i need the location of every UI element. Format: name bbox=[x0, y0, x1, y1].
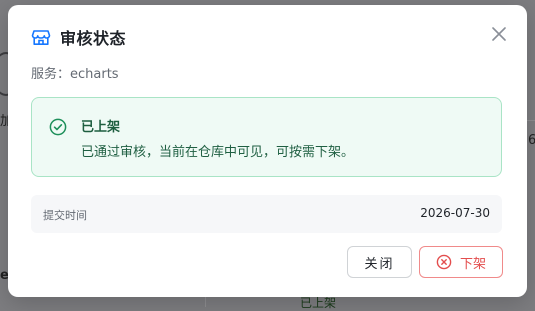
delist-button[interactable]: 下架 bbox=[419, 246, 503, 278]
status-card: 已上架 已通过审核，当前在仓库中可见，可按需下架。 bbox=[31, 97, 502, 177]
close-icon[interactable] bbox=[489, 24, 509, 44]
service-name: echarts bbox=[70, 67, 119, 82]
service-info: 服务：echarts bbox=[31, 63, 119, 82]
x-circle-icon bbox=[436, 254, 452, 270]
status-description: 已通过审核，当前在仓库中可见，可按需下架。 bbox=[81, 145, 355, 160]
background-divider bbox=[205, 297, 206, 307]
dialog-header: 审核状态 bbox=[30, 24, 126, 50]
status-title: 已上架 bbox=[81, 120, 121, 135]
close-button[interactable]: 关闭 bbox=[347, 246, 412, 278]
check-circle-icon bbox=[49, 118, 67, 136]
service-label: 服务： bbox=[31, 67, 71, 82]
background-text-fragment: 6 bbox=[528, 133, 535, 148]
background-divider bbox=[527, 120, 535, 121]
review-status-dialog: 审核状态 服务：echarts 已上架 已通过审核，当前在仓库中可见，可按需下架… bbox=[8, 5, 527, 297]
submit-time-label: 提交时间 bbox=[43, 209, 87, 222]
dialog-title: 审核状态 bbox=[60, 29, 127, 48]
close-button-label: 关闭 bbox=[364, 256, 395, 272]
delist-button-label: 下架 bbox=[459, 256, 486, 272]
submit-time-row: 提交时间 2026-07-30 bbox=[31, 195, 502, 233]
submit-time-value: 2026-07-30 bbox=[420, 206, 490, 220]
store-icon bbox=[30, 26, 52, 48]
